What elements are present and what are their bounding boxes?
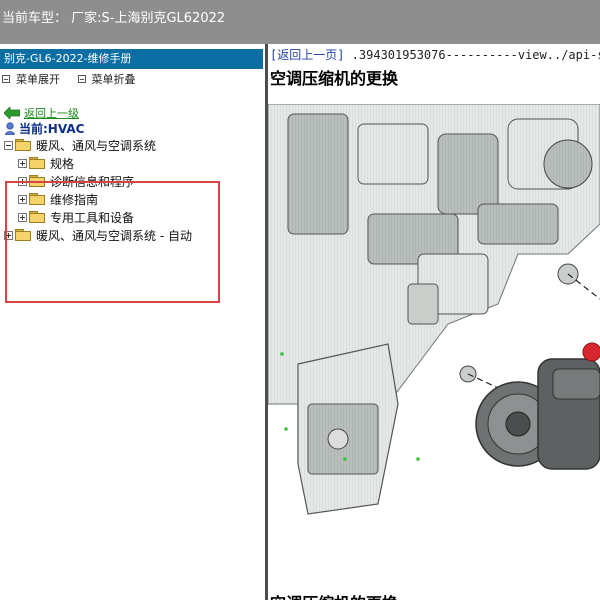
collapse-icon bbox=[77, 75, 86, 83]
top-bar: 当前车型： 厂家:S-上海别克GL62022 bbox=[0, 0, 600, 44]
current-section-label: 当前:HVAC bbox=[19, 122, 85, 136]
folder-icon bbox=[29, 157, 45, 169]
expand-icon bbox=[2, 75, 10, 83]
back-previous-page-link[interactable]: [返回上一页] bbox=[270, 48, 344, 62]
tree-item-label: 诊断信息和程序 bbox=[50, 174, 135, 189]
left-panel: 别克-GL6-2022-维修手册 菜单展开 菜单折叠 返回上一级 当前:HVAC… bbox=[0, 44, 265, 600]
tree-item-repair-guide[interactable]: 维修指南 bbox=[4, 190, 192, 208]
expand-menu-button[interactable]: 菜单展开 bbox=[2, 71, 60, 87]
tree-item-label: 暖风、通风与空调系统 - 自动 bbox=[36, 228, 192, 243]
expand-toggle-icon[interactable] bbox=[18, 158, 27, 168]
folder-icon bbox=[15, 229, 31, 241]
manual-tree: 暖风、通风与空调系统 规格 诊断信息和程序 维修指南 专用工具和设备 暖风、通风… bbox=[4, 136, 192, 244]
manual-header: 别克-GL6-2022-维修手册 bbox=[0, 49, 263, 69]
tree-item-label: 专用工具和设备 bbox=[50, 210, 135, 225]
tree-item-specifications[interactable]: 规格 bbox=[4, 154, 192, 172]
content-link-line: [返回上一页] .394301953076----------view../ap… bbox=[270, 46, 600, 63]
menu-operations: 菜单展开 菜单折叠 bbox=[2, 71, 150, 87]
back-up-level[interactable]: 返回上一级 bbox=[4, 105, 79, 121]
tree-item-diagnostics[interactable]: 诊断信息和程序 bbox=[4, 172, 192, 190]
expand-toggle-icon[interactable] bbox=[18, 194, 27, 204]
folder-icon bbox=[29, 211, 45, 223]
tree-item-label: 维修指南 bbox=[50, 192, 99, 207]
compressor-illustration bbox=[268, 103, 600, 574]
expand-toggle-icon[interactable] bbox=[18, 176, 27, 186]
tree-item-special-tools[interactable]: 专用工具和设备 bbox=[4, 208, 192, 226]
collapse-menu-button[interactable]: 菜单折叠 bbox=[77, 71, 136, 87]
collapse-menu-label: 菜单折叠 bbox=[91, 73, 136, 86]
vehicle-model-title: 当前车型： 厂家:S-上海别克GL62022 bbox=[2, 11, 226, 26]
tree-item-label: 暖风、通风与空调系统 bbox=[36, 138, 157, 153]
app-window: 当前车型： 厂家:S-上海别克GL62022 别克-GL6-2022-维修手册 … bbox=[0, 0, 600, 600]
current-section: 当前:HVAC bbox=[4, 120, 84, 137]
folder-icon bbox=[29, 175, 45, 187]
green-arrow-left-icon bbox=[4, 107, 20, 119]
tree-item-label: 规格 bbox=[50, 156, 75, 171]
tree-item-hvac[interactable]: 暖风、通风与空调系统 bbox=[4, 136, 192, 154]
folder-open-icon bbox=[15, 139, 31, 151]
content-panel: [返回上一页] .394301953076----------view../ap… bbox=[268, 44, 600, 600]
expand-toggle-icon[interactable] bbox=[4, 230, 13, 240]
folder-icon bbox=[29, 193, 45, 205]
page-title: 空调压缩机的更换 bbox=[270, 69, 399, 88]
collapse-toggle-icon[interactable] bbox=[4, 140, 13, 150]
document-path: .394301953076----------view../api-sy bbox=[344, 48, 600, 62]
expand-toggle-icon[interactable] bbox=[18, 212, 27, 222]
page-title-repeat: 空调压缩机的更换 bbox=[270, 590, 398, 600]
back-up-level-link[interactable]: 返回上一级 bbox=[24, 105, 79, 121]
location-pin-icon bbox=[4, 122, 16, 135]
tree-item-hvac-auto[interactable]: 暖风、通风与空调系统 - 自动 bbox=[4, 226, 192, 244]
expand-menu-label: 菜单展开 bbox=[16, 73, 60, 86]
